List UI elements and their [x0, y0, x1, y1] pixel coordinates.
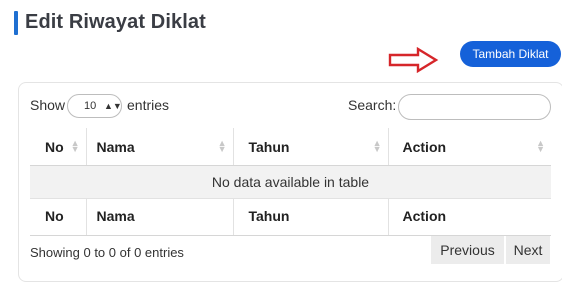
column-header-tahun[interactable]: Tahun ▲ ▼: [233, 128, 389, 166]
previous-button[interactable]: Previous: [431, 236, 504, 264]
title-accent-bar: [14, 11, 18, 35]
empty-row: No data available in table: [30, 165, 551, 199]
next-button[interactable]: Next: [506, 236, 550, 264]
empty-message: No data available in table: [30, 165, 551, 199]
entries-label: entries: [127, 97, 170, 113]
column-header-nama[interactable]: Nama ▲ ▼: [86, 128, 234, 166]
entries-select[interactable]: 10 ▲▼: [67, 94, 122, 118]
entries-value: 10: [84, 100, 97, 112]
tambah-diklat-button[interactable]: Tambah Diklat: [460, 41, 561, 67]
footer-tahun: Tahun: [233, 198, 389, 236]
search-input[interactable]: [398, 94, 551, 120]
data-table: No ▲▼ Nama ▲▼ Tahun ▲▼ Action ▲▼ No: [30, 128, 551, 236]
column-header-no[interactable]: No ▲ ▼: [30, 128, 87, 166]
column-header-action[interactable]: Action ▲ ▼: [388, 128, 551, 166]
show-label: Show: [30, 97, 66, 113]
sort-icon: ▲ ▼: [536, 138, 545, 154]
pagination: Previous Next: [431, 236, 550, 264]
table-info: Showing 0 to 0 of 0 entries: [30, 245, 184, 260]
table-header-row: No ▲ ▼ Nama ▲ ▼ Tahun ▲ ▼ Action ▲ ▼: [30, 128, 551, 166]
footer-nama: Nama: [86, 198, 234, 236]
search-label: Search:: [348, 97, 397, 113]
page-title: Edit Riwayat Diklat: [25, 11, 206, 33]
sort-icon: ▲ ▼: [70, 138, 80, 154]
select-arrows-icon: ▲▼: [104, 101, 122, 111]
sort-icon: ▲ ▼: [217, 138, 227, 154]
annotation-arrow-icon: [388, 47, 439, 73]
table-footer-row: No Nama Tahun Action: [30, 198, 551, 236]
footer-no: No: [30, 198, 87, 236]
footer-action: Action: [388, 198, 551, 236]
page: Edit Riwayat Diklat Tambah Diklat Show 1…: [0, 0, 562, 284]
sort-icon: ▲ ▼: [372, 138, 382, 154]
